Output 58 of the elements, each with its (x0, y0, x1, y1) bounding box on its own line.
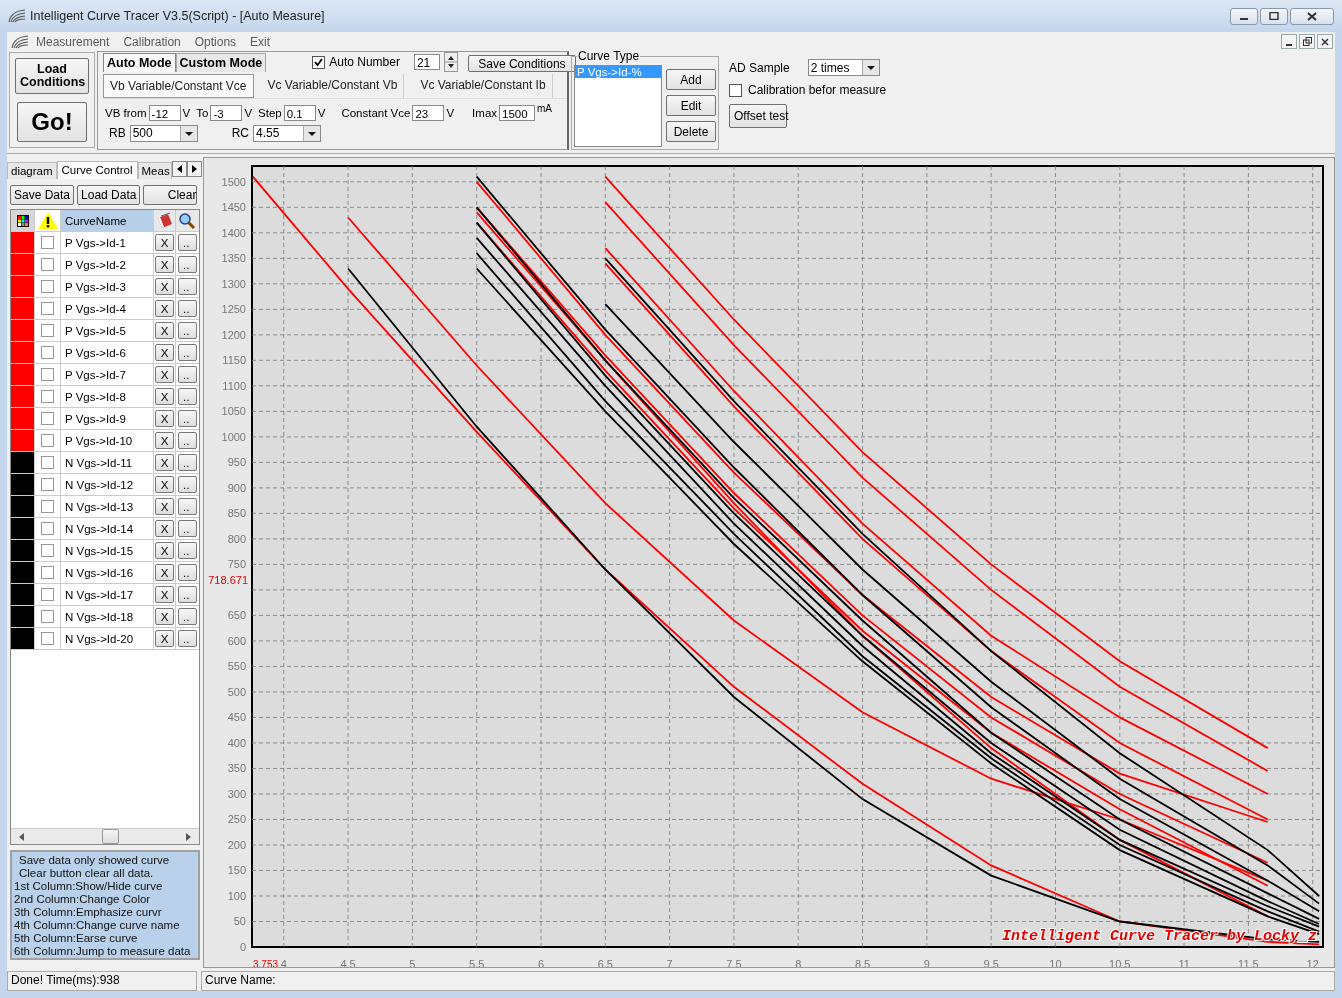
help-text: 1st Column:Show/Hide curve (14, 880, 164, 893)
unit-label: mA (537, 103, 553, 114)
tick-label: 1450 (221, 201, 246, 214)
tick-label: 1150 (222, 354, 246, 367)
tick-label: 1200 (221, 328, 246, 341)
field-label: Imax (472, 107, 498, 119)
tick-label: 150 (227, 864, 246, 877)
tick-label: 650 (227, 609, 246, 622)
unit-label: V (317, 107, 326, 119)
tick-label: 800 (227, 532, 246, 545)
group-title: Curve Type (577, 49, 641, 63)
field-label: RB (109, 126, 126, 140)
tick-label: 1000 (221, 430, 246, 443)
tick-label: 250 (227, 813, 246, 826)
unit-label: V (244, 107, 253, 119)
field-label: RC (231, 126, 249, 140)
tick-label: 1100 (222, 379, 246, 392)
tick-label: 0 (239, 941, 246, 953)
tick-label: 1300 (221, 277, 246, 290)
tick-label: 100 (227, 890, 246, 902)
unit-label: V (446, 107, 455, 119)
tick-label: 200 (227, 839, 246, 851)
tick-label: 1350 (221, 252, 246, 265)
help-text: 4th Column:Change curve name (14, 919, 181, 932)
tick-label: 400 (227, 736, 246, 749)
status-text: Done! Time(ms):938 (7, 971, 197, 991)
status-text: Curve Name: (201, 971, 1335, 991)
tick-label: 1250 (221, 303, 246, 316)
tick-label: 1400 (221, 226, 246, 239)
help-text: 5th Column:Earse curve (14, 932, 139, 945)
tick-label: 950 (227, 456, 246, 469)
help-text: Clear button clear all data. (18, 867, 155, 880)
checkbox-label: Calibration befor measure (748, 83, 887, 97)
field-label: VB from (105, 107, 147, 119)
tick-label: 450 (227, 711, 246, 724)
unit-label: V (182, 107, 191, 119)
checkbox-label: Auto Number (329, 55, 400, 69)
tick-label: 850 (227, 507, 246, 520)
tick-label: 1500 (221, 175, 246, 188)
tick-label: 750 (227, 558, 246, 571)
field-label: Constant Vce (341, 107, 411, 119)
tick-label: 900 (227, 481, 246, 494)
tick-label: 350 (227, 762, 246, 775)
help-text: 3th Column:Emphasize curvr (14, 906, 163, 919)
tick-label: 550 (227, 660, 246, 673)
tick-label: 300 (227, 787, 246, 800)
tick-label: 600 (227, 634, 246, 647)
tick-label: 1050 (221, 405, 246, 418)
tick-label: 500 (227, 685, 246, 698)
window-title: Intelligent Curve Tracer V3.5(Script) - [Auto Measure] (30, 9, 325, 23)
cursor-value: 718.671 (208, 574, 248, 587)
field-label: AD Sample (729, 60, 790, 75)
help-text: Save data only showed curve (18, 854, 171, 867)
field-label: To (196, 107, 209, 119)
field-label: Step (258, 107, 282, 119)
help-text: 6th Column:Jump to measure data (14, 945, 192, 958)
tick-label: 50 (233, 915, 246, 928)
help-text: 2nd Column:Change Color (14, 893, 152, 906)
